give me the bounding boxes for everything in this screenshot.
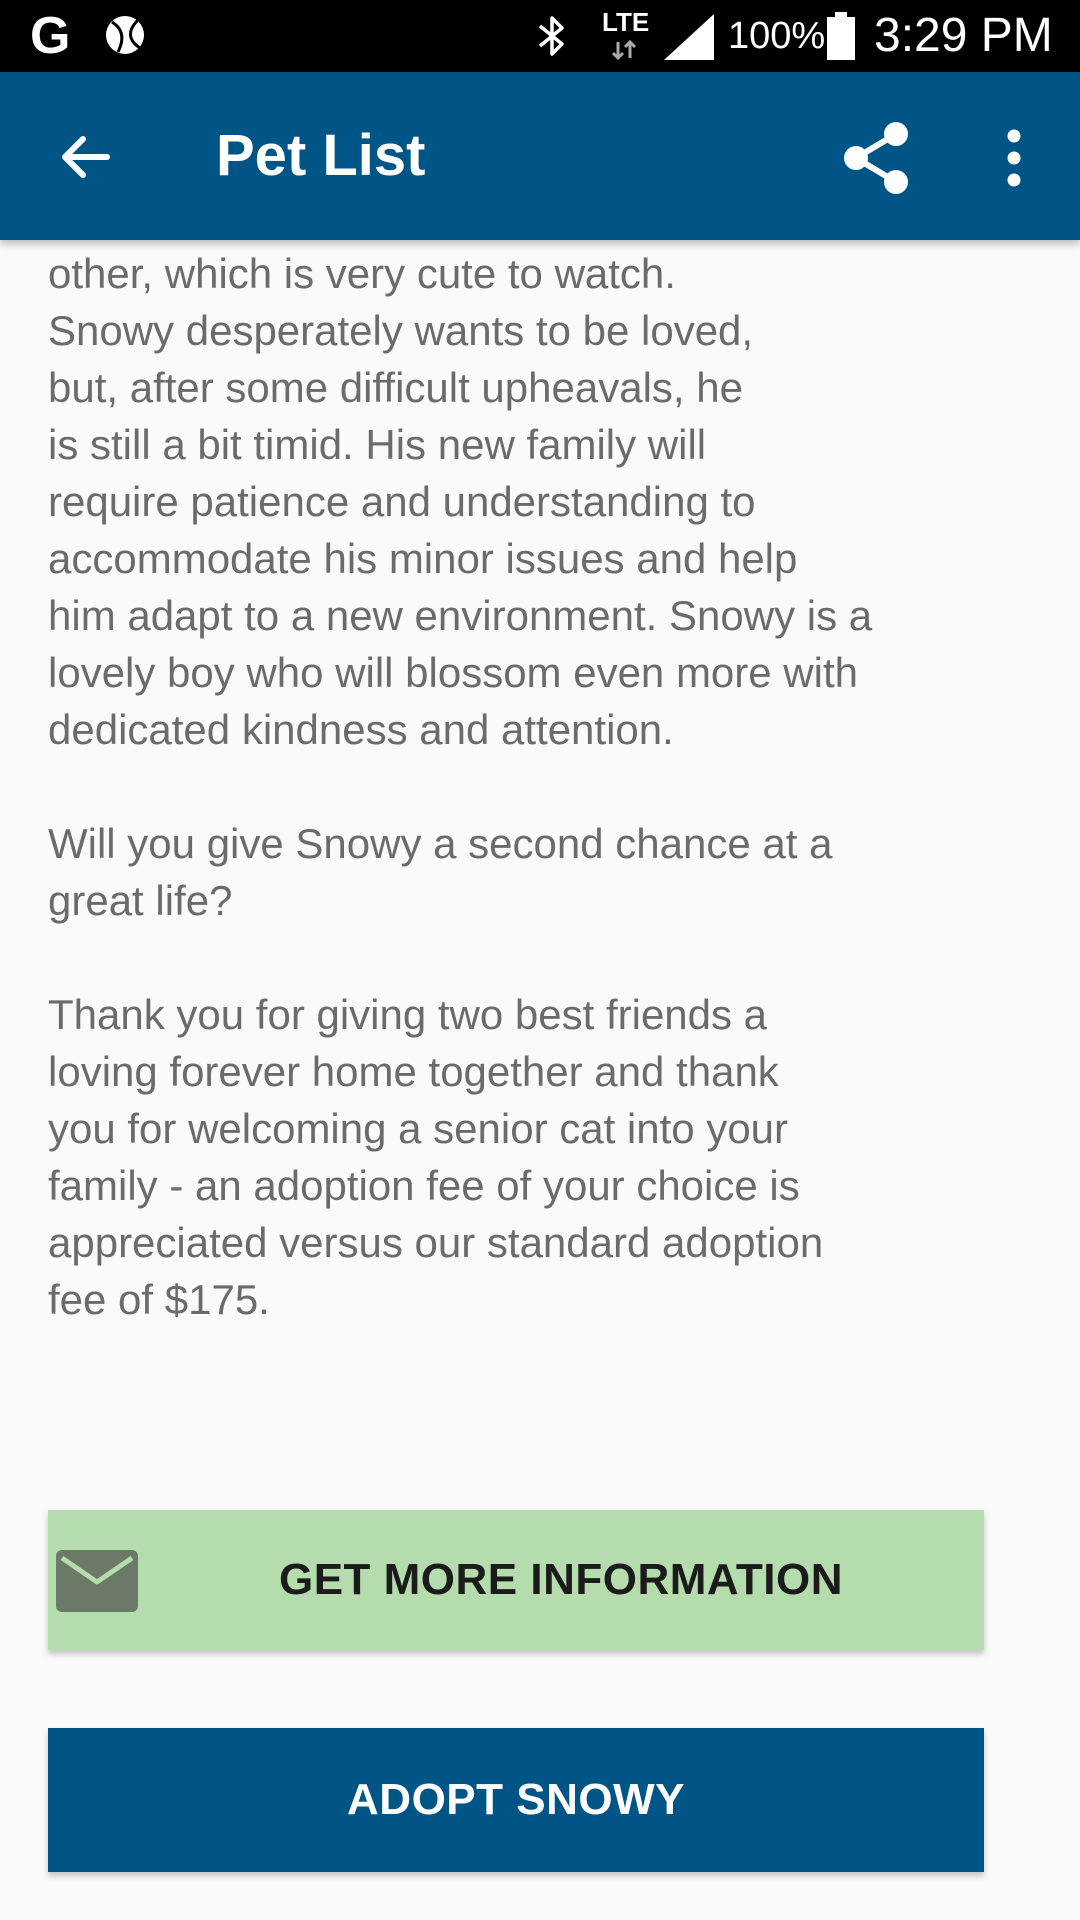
description-paragraph: their own thing, but they do love to gro… [48, 250, 873, 753]
battery-percent: 100% [728, 15, 826, 57]
page-title: Pet List [216, 123, 426, 188]
pet-description: their own thing, but they do love to gro… [48, 240, 1008, 1328]
clock: 3:29 PM [874, 9, 1053, 62]
share-icon [844, 122, 908, 194]
description-paragraph: Will you give Snowy a second chance at a… [48, 820, 833, 924]
description-paragraph: Thank you for giving two best friends a … [48, 991, 824, 1323]
signal-icon [664, 14, 714, 60]
battery-icon [827, 12, 855, 60]
pet-detail-content[interactable]: their own thing, but they do love to gro… [0, 240, 1080, 1920]
status-bar: G LTE 100% 3:29 PM [0, 0, 1080, 72]
adopt-button-label: ADOPT SNOWY [347, 1775, 685, 1824]
app-bar: Pet List [0, 72, 1080, 240]
arrow-left-icon [62, 136, 110, 178]
lte-arrows-icon [611, 39, 637, 61]
more-vert-icon [1007, 129, 1021, 187]
more-options-button[interactable] [974, 112, 1054, 204]
bluetooth-icon [538, 16, 564, 56]
get-more-information-button[interactable]: GET MORE INFORMATION [48, 1510, 984, 1650]
back-button[interactable] [40, 112, 130, 202]
adopt-button[interactable]: ADOPT SNOWY [48, 1728, 984, 1872]
google-icon: G [30, 7, 71, 65]
share-button[interactable] [830, 112, 922, 204]
mail-icon [56, 1550, 138, 1612]
ball-icon [106, 16, 144, 54]
get-more-information-label: GET MORE INFORMATION [278, 1555, 844, 1604]
